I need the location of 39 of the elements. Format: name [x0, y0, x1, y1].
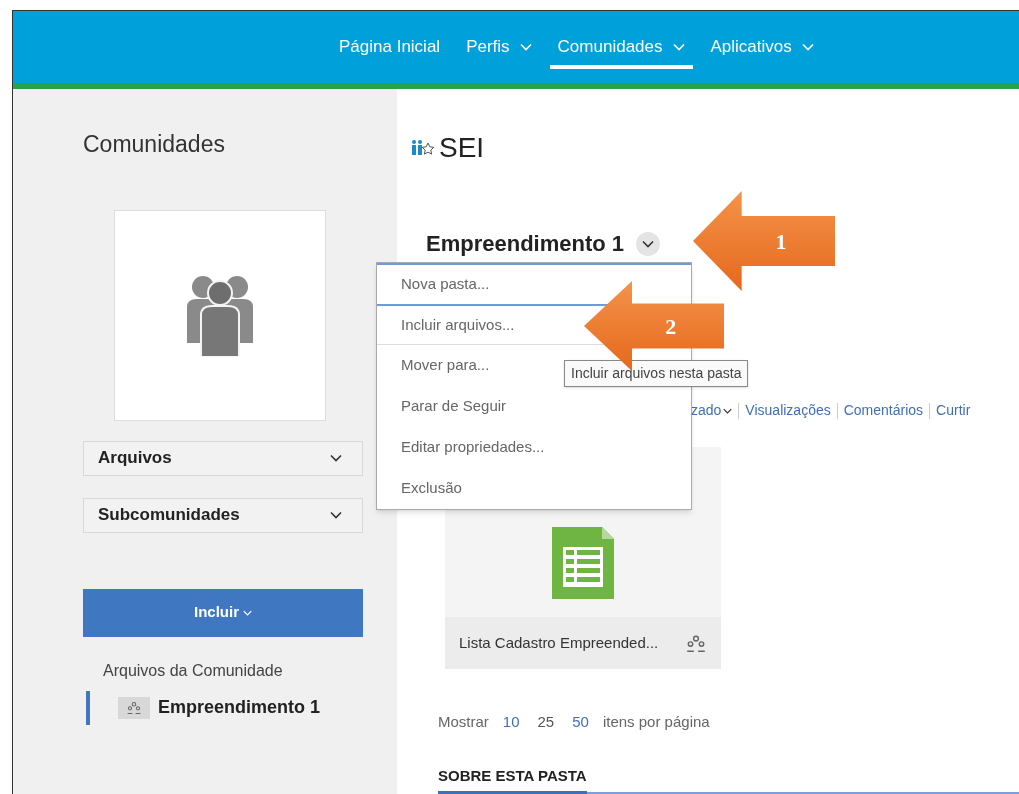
- community-icon: [411, 138, 435, 158]
- paging-label: Mostrar: [438, 712, 489, 732]
- folder-title: Empreendimento 1: [426, 230, 625, 258]
- chevron-down-icon: [243, 609, 252, 616]
- menu-item[interactable]: Parar de Seguir: [377, 386, 691, 427]
- section-dropdown[interactable]: Arquivos: [83, 440, 363, 476]
- sort-link[interactable]: Comentários: [843, 400, 924, 421]
- chevron-down-icon: [642, 239, 655, 248]
- sidebar-title: Comunidades: [83, 130, 226, 159]
- sort-link[interactable]: Visualizações: [745, 400, 831, 421]
- section-heading: SOBRE ESTA PASTA: [438, 764, 587, 794]
- paging-label: itens por página: [602, 712, 710, 732]
- chevron-down-icon: [723, 407, 733, 414]
- page-size-option[interactable]: 25: [533, 711, 559, 734]
- page-size-option[interactable]: 10: [498, 711, 524, 734]
- spreadsheet-icon: [552, 527, 614, 599]
- nav-tab[interactable]: Aplicativos: [698, 11, 826, 83]
- nav-tab[interactable]: Perfis: [454, 11, 544, 83]
- folder-menu-button[interactable]: [636, 231, 661, 256]
- page-size-option[interactable]: 50: [568, 711, 593, 734]
- chevron-down-icon: [330, 454, 342, 462]
- chevron-down-icon: [672, 43, 685, 51]
- callout-number: 2: [665, 312, 677, 341]
- chevron-down-icon: [330, 511, 342, 519]
- nav-tab[interactable]: Comunidades: [545, 11, 697, 83]
- people-icon: [126, 701, 142, 714]
- chevron-down-icon: [519, 43, 532, 51]
- people-icon: [685, 633, 707, 653]
- tree-heading: Arquivos da Comunidade: [103, 660, 284, 681]
- tree-item[interactable]: Empreendimento 1: [86, 690, 397, 725]
- chevron-down-icon: [801, 43, 814, 51]
- nav-tab[interactable]: Página Inicial: [327, 11, 453, 83]
- sort-link[interactable]: zado: [691, 400, 733, 421]
- section-dropdown[interactable]: Subcomunidades: [83, 497, 363, 533]
- include-button[interactable]: Incluir: [83, 588, 363, 637]
- community-name: SEI: [439, 131, 485, 165]
- callout-number: 1: [775, 227, 787, 256]
- sort-link[interactable]: Curtir: [936, 400, 971, 421]
- tooltip: Incluir arquivos nesta pasta: [564, 360, 749, 387]
